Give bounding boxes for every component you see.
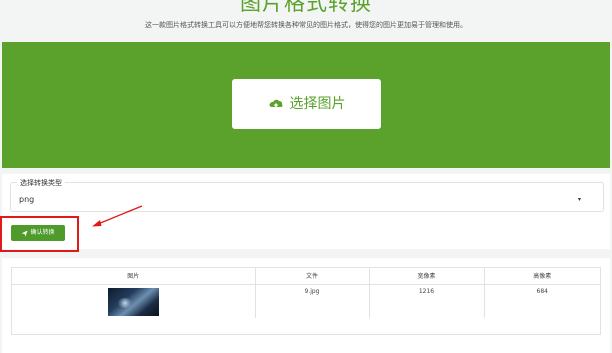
- page-subtitle: 这一款图片格式转换工具可以方便地帮您转换各种常见的图片格式，使得您的图片更加易于…: [145, 21, 467, 29]
- cell-width: 1216: [369, 284, 485, 318]
- page: 图片格式转换 这一款图片格式转换工具可以方便地帮您转换各种常见的图片格式，使得您…: [0, 0, 612, 353]
- result-table-card: 图片 文件 宽像素 高像素 9.jpg 1216 684: [2, 258, 610, 353]
- upload-zone[interactable]: 选择图片: [2, 42, 610, 168]
- column-header-file: 文件: [255, 268, 370, 285]
- select-image-label: 选择图片: [289, 96, 346, 112]
- select-image-button[interactable]: 选择图片: [232, 79, 381, 129]
- confirm-convert-label: 确认转换: [30, 229, 55, 236]
- table-header-row: 图片 文件 宽像素 高像素: [12, 268, 600, 285]
- cell-height: 684: [536, 287, 548, 295]
- column-header-width: 宽像素: [369, 268, 485, 285]
- column-header-height: 高像素: [484, 268, 600, 285]
- column-header-image: 图片: [12, 268, 256, 285]
- cell-thumbnail: [12, 284, 256, 318]
- format-select[interactable]: 选择转换类型 png ▾: [10, 179, 604, 212]
- page-title: 图片格式转换: [240, 0, 372, 15]
- cloud-upload-icon: [269, 99, 283, 110]
- table-row: 9.jpg 1216 684: [12, 284, 600, 318]
- format-select-value: png: [19, 195, 35, 204]
- chevron-down-icon: ▾: [577, 196, 581, 203]
- send-icon: [21, 229, 29, 237]
- image-thumbnail[interactable]: [107, 287, 159, 316]
- cell-file: 9.jpg: [255, 284, 370, 318]
- confirm-convert-button[interactable]: 确认转换: [11, 225, 65, 241]
- format-select-legend: 选择转换类型: [17, 179, 65, 187]
- result-table: 图片 文件 宽像素 高像素 9.jpg 1216 684: [11, 267, 601, 335]
- convert-form: 选择转换类型 png ▾ 确认转换: [2, 174, 610, 249]
